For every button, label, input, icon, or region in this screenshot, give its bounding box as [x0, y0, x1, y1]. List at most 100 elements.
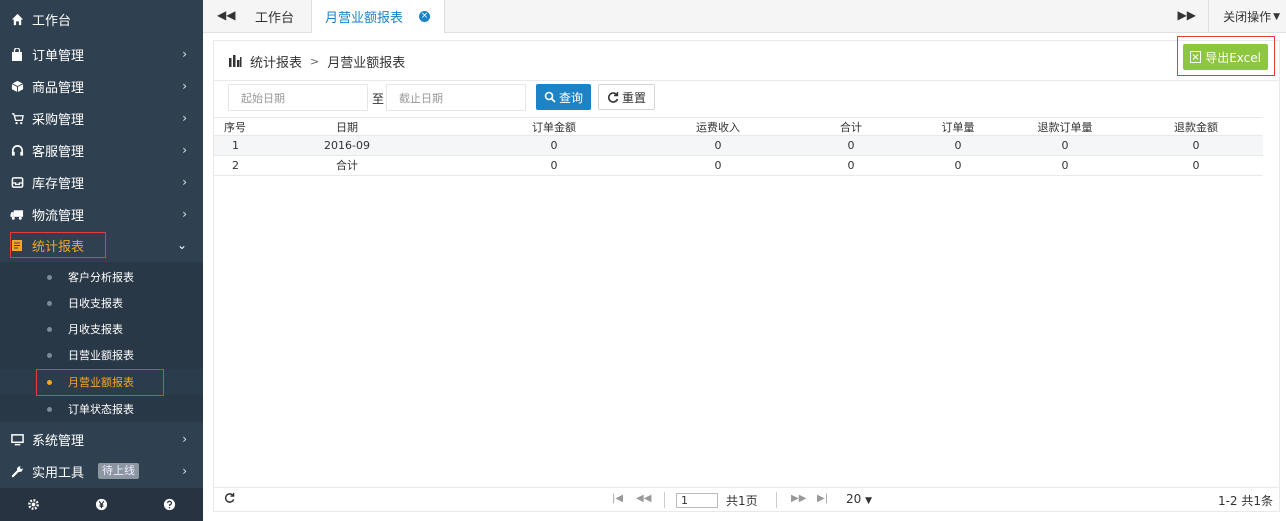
start-date-placeholder: 起始日期 [241, 91, 285, 105]
table-cell: 0 [1061, 139, 1069, 152]
sidebar-item-tools[interactable]: 实用工具 待上线 › [0, 455, 203, 487]
submenu-item[interactable]: 订单状态报表 [0, 396, 203, 422]
close-icon[interactable]: × [419, 11, 430, 22]
table-cell: 0 [550, 159, 558, 172]
sidebar-item-label: 物流管理 [32, 208, 85, 224]
divider [664, 492, 665, 508]
excel-icon [1190, 51, 1202, 63]
close-ops-label: 关闭操作 [1223, 10, 1272, 24]
pagination: |◀ ◀◀ 1 共1页 ▶▶ ▶| 20 ▼ 1-2 共1条 [214, 487, 1279, 512]
sidebar-item-label: 系统管理 [32, 433, 85, 449]
column-header[interactable]: 退款金额 [1156, 118, 1236, 137]
double-right-icon[interactable]: ▶▶ [1178, 8, 1196, 22]
breadcrumb: 统计报表 > 月营业额报表 [228, 52, 406, 71]
table-cell: 2016-09 [324, 139, 370, 152]
submenu-item[interactable]: 月收支报表 [0, 316, 203, 342]
sidebar-item-label: 采购管理 [32, 112, 85, 128]
range-separator: 至 [372, 92, 385, 106]
table-cell: 合计 [336, 159, 358, 172]
sidebar-item-service[interactable]: 客服管理 › [0, 134, 203, 166]
yen-icon[interactable] [93, 497, 109, 513]
table-cell: 0 [847, 159, 855, 172]
column-header[interactable]: 退款订单量 [1020, 118, 1110, 137]
cart-icon [10, 111, 24, 125]
column-header[interactable]: 合计 [811, 118, 891, 137]
sidebar-item-orders[interactable]: 订单管理 › [0, 38, 203, 70]
bullet-icon [47, 407, 52, 412]
truck-icon [10, 207, 24, 221]
next-page-icon[interactable]: ▶▶ [791, 493, 806, 504]
chevron-right-icon: › [182, 464, 187, 478]
inbox-icon [10, 175, 24, 189]
bullet-icon [47, 275, 52, 280]
sidebar-footer [0, 488, 203, 521]
tab-label: 工作台 [255, 11, 295, 26]
column-header[interactable]: 订单量 [918, 118, 998, 137]
double-left-icon[interactable]: ◀◀ [217, 8, 235, 22]
sidebar-item-home[interactable]: 工作台 [0, 3, 203, 35]
table-cell: 0 [714, 159, 722, 172]
sidebar-item-label: 客服管理 [32, 144, 85, 160]
table-header: 序号 日期 订单金额 运费收入 合计 订单量 退款订单量 退款金额 [214, 117, 1263, 136]
table-cell: 0 [714, 139, 722, 152]
chevron-right-icon: › [182, 47, 187, 61]
prev-page-icon[interactable]: ◀◀ [636, 493, 651, 504]
tab-current[interactable]: 月营业额报表 × [311, 0, 445, 33]
help-icon[interactable] [161, 497, 177, 513]
breadcrumb-current: 月营业额报表 [327, 55, 406, 71]
column-header[interactable]: 日期 [307, 118, 387, 137]
sidebar-item-inventory[interactable]: 库存管理 › [0, 166, 203, 198]
submenu-item[interactable]: 日收支报表 [0, 290, 203, 316]
table-cell: 0 [954, 159, 962, 172]
query-label: 查询 [559, 90, 584, 105]
monitor-icon [10, 432, 24, 446]
headset-icon [10, 143, 24, 157]
table-cell: 2 [232, 159, 239, 172]
column-header[interactable]: 运费收入 [678, 118, 758, 137]
refresh-icon [607, 92, 619, 103]
table-cell: 0 [954, 139, 962, 152]
query-button[interactable]: 查询 [536, 84, 592, 110]
page-number-input[interactable]: 1 [676, 493, 718, 508]
highlight-box [36, 369, 164, 396]
page-size-select[interactable]: 20 ▼ [846, 492, 872, 506]
close-ops-dropdown[interactable]: 关闭操作 ▼ [1208, 0, 1286, 33]
search-icon [544, 91, 556, 103]
submenu-item[interactable]: 日营业额报表 [0, 342, 203, 368]
first-page-icon[interactable]: |◀ [612, 493, 623, 504]
end-date-input[interactable]: 截止日期 [386, 84, 526, 111]
chevron-right-icon: › [182, 111, 187, 125]
table-cell: 0 [550, 139, 558, 152]
table-row[interactable]: 1 2016-09 0 0 0 0 0 0 [214, 136, 1263, 156]
wrench-icon [10, 464, 24, 478]
tab-home[interactable]: 工作台 [243, 0, 306, 33]
refresh-icon[interactable] [224, 492, 235, 506]
submenu-item[interactable]: 客户分析报表 [0, 264, 203, 290]
sidebar-item-products[interactable]: 商品管理 › [0, 70, 203, 102]
table-row[interactable]: 2 合计 0 0 0 0 0 0 [214, 156, 1263, 176]
end-date-placeholder: 截止日期 [399, 91, 443, 105]
sidebar-item-logistics[interactable]: 物流管理 › [0, 198, 203, 230]
chevron-right-icon: › [182, 432, 187, 446]
sidebar: 工作台 订单管理 › 商品管理 › 采购管理 › 客服管理 › 库存管理 › 物… [0, 0, 203, 521]
last-page-icon[interactable]: ▶| [817, 493, 828, 504]
sidebar-item-label: 工作台 [32, 13, 72, 29]
bullet-icon [47, 301, 52, 306]
export-excel-button[interactable]: 导出Excel [1183, 44, 1268, 70]
sidebar-item-purchase[interactable]: 采购管理 › [0, 102, 203, 134]
sidebar-item-label: 订单管理 [32, 48, 85, 64]
chevron-right-icon: › [182, 175, 187, 189]
column-header[interactable]: 订单金额 [514, 118, 594, 137]
chevron-right-icon: › [182, 207, 187, 221]
record-summary: 1-2 共1条 [1217, 494, 1273, 508]
breadcrumb-parent[interactable]: 统计报表 [250, 52, 302, 71]
caret-down-icon: ▼ [865, 496, 873, 506]
table-cell: 0 [1192, 139, 1200, 152]
column-header[interactable]: 序号 [224, 118, 246, 137]
reset-button[interactable]: 重置 [598, 84, 656, 110]
table-cell: 1 [232, 139, 239, 152]
sidebar-item-system[interactable]: 系统管理 › [0, 423, 203, 455]
start-date-input[interactable]: 起始日期 [228, 84, 368, 111]
page-size-value: 20 [846, 492, 862, 506]
gear-icon[interactable] [26, 497, 42, 513]
